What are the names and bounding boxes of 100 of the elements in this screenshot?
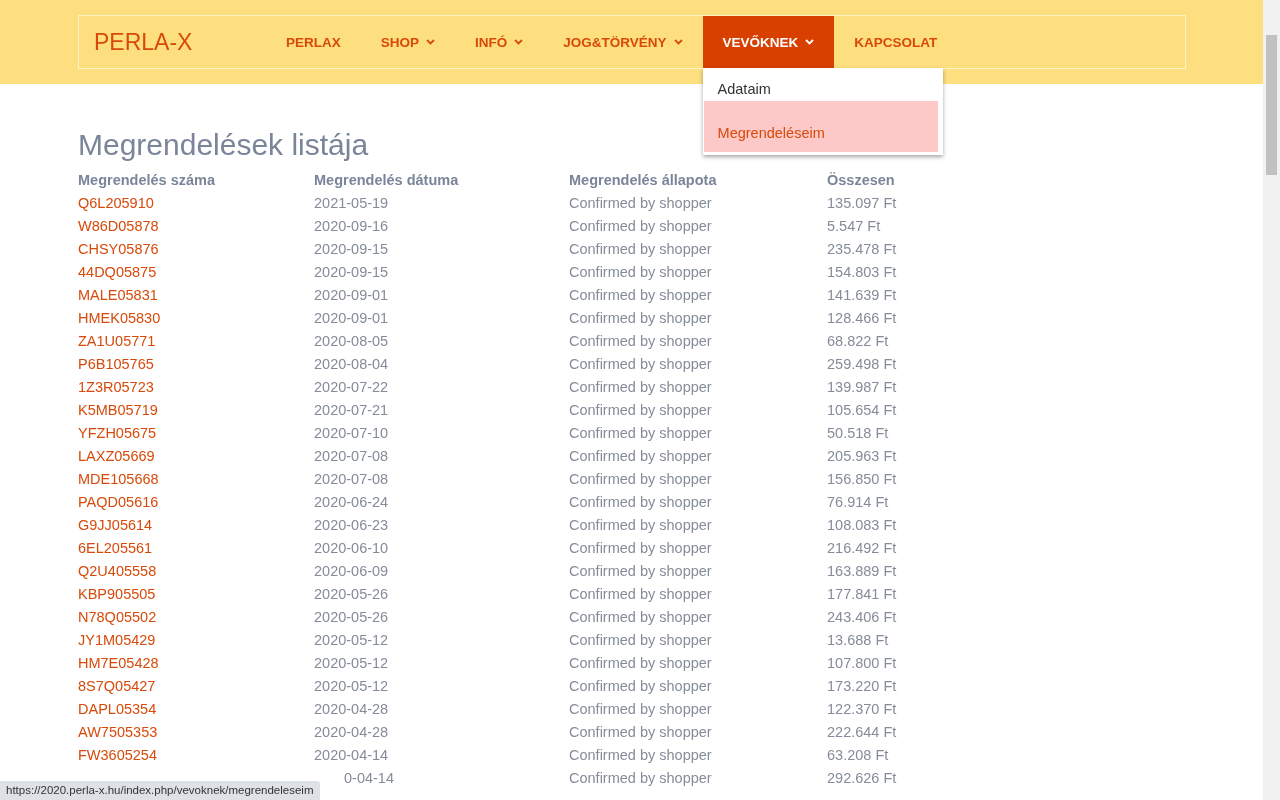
- nav-link[interactable]: INFÓ: [455, 16, 544, 68]
- order-number-link[interactable]: LAXZ05669: [78, 447, 155, 464]
- order-total: 292.626 Ft: [827, 769, 897, 786]
- order-status: Confirmed by shopper: [569, 677, 712, 694]
- nav-link[interactable]: VEVŐKNEK: [702, 16, 835, 68]
- nav-link[interactable]: PERLAX: [266, 16, 361, 68]
- order-total: 173.220 Ft: [827, 677, 897, 694]
- order-total: 76.914 Ft: [827, 493, 889, 510]
- nav-link[interactable]: KAPCSOLAT: [834, 16, 958, 68]
- column-header: Megrendelés száma: [78, 168, 314, 191]
- order-date: 2020-07-21: [314, 401, 389, 418]
- order-total: 5.547 Ft: [827, 217, 881, 234]
- order-status: Confirmed by shopper: [569, 723, 712, 740]
- order-date: 2020-05-12: [314, 677, 389, 694]
- order-number-link[interactable]: ZA1U05771: [78, 332, 156, 349]
- order-date: 2020-09-01: [314, 286, 389, 303]
- order-number-link[interactable]: G9JJ05614: [78, 516, 153, 533]
- order-number-link[interactable]: MDE105668: [78, 470, 159, 487]
- order-total: 235.478 Ft: [827, 240, 897, 257]
- order-status: Confirmed by shopper: [569, 424, 712, 441]
- order-date: 2020-05-12: [314, 654, 389, 671]
- order-status: Confirmed by shopper: [569, 493, 712, 510]
- order-date: 2020-05-12: [314, 631, 389, 648]
- menu-item[interactable]: Megrendeléseim: [703, 101, 938, 152]
- page-title: Megrendelések listája: [78, 128, 369, 162]
- order-date: 2020-05-26: [314, 585, 389, 602]
- order-status: Confirmed by shopper: [569, 194, 712, 211]
- order-total: 63.208 Ft: [827, 746, 889, 763]
- order-number-link[interactable]: JY1M05429: [78, 631, 156, 648]
- order-status: Confirmed by shopper: [569, 608, 712, 625]
- order-status: Confirmed by shopper: [569, 378, 712, 395]
- column-header: Összesen: [827, 170, 896, 190]
- order-number-link[interactable]: KBP905505: [78, 585, 156, 602]
- order-number-link[interactable]: P6B105765: [78, 355, 154, 372]
- order-status: Confirmed by shopper: [569, 263, 712, 280]
- order-number-link[interactable]: CHSY05876: [78, 240, 159, 257]
- order-date: 2020-05-26: [314, 608, 389, 625]
- order-date: 2020-07-10: [314, 424, 389, 441]
- order-status: Confirmed by shopper: [569, 585, 712, 602]
- order-total: 139.987 Ft: [827, 378, 897, 395]
- order-date: 2020-09-16: [314, 217, 389, 234]
- order-status: Confirmed by shopper: [569, 562, 712, 579]
- order-date: 2020-06-09: [314, 562, 389, 579]
- order-status: Confirmed by shopper: [569, 447, 712, 464]
- nav-link[interactable]: JOG&TÖRVÉNY: [543, 16, 703, 68]
- menu-item[interactable]: Adataim: [702, 68, 943, 101]
- order-total: 108.083 Ft: [827, 516, 897, 533]
- order-status: Confirmed by shopper: [569, 217, 712, 234]
- nav-link[interactable]: SHOP: [360, 16, 456, 68]
- order-number-link[interactable]: DAPL05354: [78, 700, 157, 717]
- order-status: Confirmed by shopper: [569, 470, 712, 487]
- order-total: 107.800 Ft: [827, 654, 897, 671]
- column-header: Megrendelés állapota: [569, 168, 827, 191]
- order-status: Confirmed by shopper: [569, 309, 712, 326]
- order-total: 205.963 Ft: [827, 447, 897, 464]
- order-date: 2020-09-15: [314, 240, 389, 257]
- order-total: 68.822 Ft: [827, 332, 889, 349]
- order-status: Confirmed by shopper: [569, 240, 712, 257]
- order-number-link[interactable]: AW7505353: [78, 723, 158, 740]
- order-number-link[interactable]: 1Z3R05723: [78, 378, 154, 395]
- order-number-link[interactable]: FW3605254: [78, 746, 157, 763]
- order-date: 2020-07-22: [314, 378, 389, 395]
- order-number-link[interactable]: PAQD05616: [78, 493, 159, 510]
- order-number-link[interactable]: W86D05878: [78, 217, 159, 234]
- order-date: 2020-09-01: [314, 309, 389, 326]
- order-number-link[interactable]: 6EL205561: [78, 539, 153, 556]
- order-status: Confirmed by shopper: [569, 746, 712, 763]
- order-total: 243.406 Ft: [827, 608, 897, 625]
- order-number-link[interactable]: HM7E05428: [78, 654, 159, 671]
- order-date: 2020-06-23: [314, 516, 389, 533]
- order-status: Confirmed by shopper: [569, 401, 712, 418]
- order-number-link[interactable]: MALE05831: [78, 286, 158, 303]
- order-number-link[interactable]: Q6L205910: [78, 194, 154, 211]
- order-number-link[interactable]: K5MB05719: [78, 401, 158, 418]
- order-total: 154.803 Ft: [827, 263, 897, 280]
- order-date: 2020-08-04: [314, 355, 389, 372]
- scrollbar[interactable]: [1263, 0, 1280, 800]
- order-date: 2020-04-28: [314, 723, 389, 740]
- order-date: 0-04-14: [343, 769, 394, 786]
- order-total: 105.654 Ft: [827, 401, 897, 418]
- order-status: Confirmed by shopper: [569, 700, 712, 717]
- order-number-link[interactable]: Q2U405558: [78, 562, 157, 579]
- order-status: Confirmed by shopper: [569, 516, 712, 533]
- order-status: Confirmed by shopper: [569, 539, 712, 556]
- order-number-link[interactable]: N78Q05502: [78, 608, 157, 625]
- order-date: 2021-05-19: [314, 194, 389, 211]
- order-total: 141.639 Ft: [827, 286, 897, 303]
- order-number-link[interactable]: YFZH05675: [78, 424, 157, 441]
- order-status: Confirmed by shopper: [569, 769, 712, 786]
- order-number-link[interactable]: 44DQ05875: [78, 263, 157, 280]
- scrollbar-thumb[interactable]: [1266, 35, 1277, 175]
- order-number-link[interactable]: HMEK05830: [78, 309, 161, 326]
- order-date: 2020-07-08: [314, 447, 389, 464]
- order-total: 163.889 Ft: [827, 562, 897, 579]
- site-logo[interactable]: PERLA-X: [94, 28, 266, 56]
- order-total: 222.644 Ft: [827, 723, 897, 740]
- order-total: 177.841 Ft: [827, 585, 897, 602]
- order-number-link[interactable]: 8S7Q05427: [78, 677, 156, 694]
- order-status: Confirmed by shopper: [569, 355, 712, 372]
- order-status: Confirmed by shopper: [569, 286, 712, 303]
